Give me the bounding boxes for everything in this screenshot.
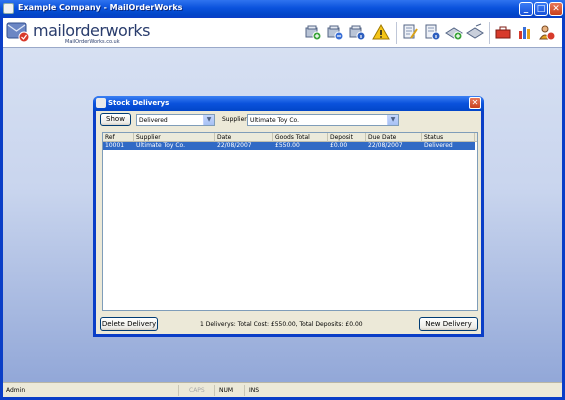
toolbar-separator <box>489 22 490 44</box>
stock-ship-icon[interactable] <box>466 23 484 41</box>
app-titlebar[interactable]: Example Company - MailOrderWorks _ □ ✕ <box>0 0 565 18</box>
logo-subtitle: MailOrderWorks.co.uk <box>65 39 120 45</box>
order-info-icon[interactable] <box>348 23 366 41</box>
orders-icon[interactable] <box>326 23 344 41</box>
column-header-goods-total[interactable]: Goods Total <box>273 133 328 142</box>
stock-add-icon[interactable] <box>445 23 463 41</box>
deliveries-table: Ref Supplier Date Goods Total Deposit Du… <box>102 132 478 311</box>
supplier-select[interactable]: Ultimate Toy Co. ▼ <box>247 114 399 126</box>
app-icon <box>3 3 14 14</box>
status-separator <box>178 385 179 396</box>
app-window: Example Company - MailOrderWorks _ □ ✕ m… <box>0 0 565 400</box>
dialog-close-button[interactable]: ✕ <box>469 97 481 109</box>
cell-deposit: £0.00 <box>330 142 348 149</box>
column-header-deposit[interactable]: Deposit <box>328 133 366 142</box>
summary-text: 1 Deliverys: Total Cost: £550.00, Total … <box>200 321 363 328</box>
dialog-title: Stock Deliverys <box>108 99 170 107</box>
column-header-status[interactable]: Status <box>422 133 475 142</box>
chevron-down-icon[interactable]: ▼ <box>203 115 214 125</box>
status-num: NUM <box>219 387 234 394</box>
logo-icon <box>6 22 30 43</box>
header-bar: mailorderworks MailOrderWorks.co.uk <box>3 18 562 48</box>
supplier-value: Ultimate Toy Co. <box>250 117 299 124</box>
cell-ref: 10001 <box>105 142 125 149</box>
warning-icon[interactable] <box>372 23 390 41</box>
dialog-titlebar[interactable]: Stock Deliverys ✕ <box>93 96 484 111</box>
column-header-ref[interactable]: Ref <box>103 133 134 142</box>
new-order-icon[interactable] <box>304 23 322 41</box>
stock-info-icon[interactable] <box>423 23 441 41</box>
show-button[interactable]: Show <box>100 113 131 126</box>
status-filter-select[interactable]: Delivered ▼ <box>136 114 215 126</box>
close-button[interactable]: ✕ <box>549 2 563 16</box>
status-user: Admin <box>6 387 26 394</box>
status-ins: INS <box>249 387 260 394</box>
column-header-supplier[interactable]: Supplier <box>134 133 215 142</box>
table-header: Ref Supplier Date Goods Total Deposit Du… <box>103 133 477 142</box>
delete-delivery-button[interactable]: Delete Delivery <box>100 317 158 331</box>
status-filter-value: Delivered <box>139 117 168 124</box>
status-caps: CAPS <box>189 387 205 394</box>
column-header-date[interactable]: Date <box>215 133 273 142</box>
column-header-due-date[interactable]: Due Date <box>366 133 422 142</box>
cell-status: Delivered <box>424 142 453 149</box>
app-title: Example Company - MailOrderWorks <box>18 3 183 12</box>
edit-stock-icon[interactable] <box>401 23 419 41</box>
maximize-button[interactable]: □ <box>534 2 548 16</box>
logo-text: mailorderworks <box>33 21 151 40</box>
status-separator <box>214 385 215 396</box>
reports-icon[interactable] <box>516 23 534 41</box>
minimize-button[interactable]: _ <box>519 2 533 16</box>
status-separator <box>244 385 245 396</box>
dialog-icon <box>96 98 106 108</box>
stock-deliverys-dialog: Stock Deliverys ✕ Show Delivered ▼ Suppl… <box>93 96 484 337</box>
cell-date: 22/08/2007 <box>217 142 252 149</box>
new-delivery-button[interactable]: New Delivery <box>419 317 478 331</box>
toolbar-separator <box>396 22 397 44</box>
dialog-body: Show Delivered ▼ Supplier Ultimate Toy C… <box>96 111 481 334</box>
cell-due-date: 22/08/2007 <box>368 142 403 149</box>
chevron-down-icon[interactable]: ▼ <box>387 115 398 125</box>
users-icon[interactable] <box>538 23 556 41</box>
status-bar: Admin CAPS NUM INS <box>3 382 562 397</box>
cell-supplier: Ultimate Toy Co. <box>136 142 185 149</box>
cell-goods-total: £550.00 <box>275 142 300 149</box>
toolbox-icon[interactable] <box>494 23 512 41</box>
table-row[interactable]: 10001 Ultimate Toy Co. 22/08/2007 £550.0… <box>103 142 475 150</box>
supplier-label: Supplier <box>222 116 247 123</box>
